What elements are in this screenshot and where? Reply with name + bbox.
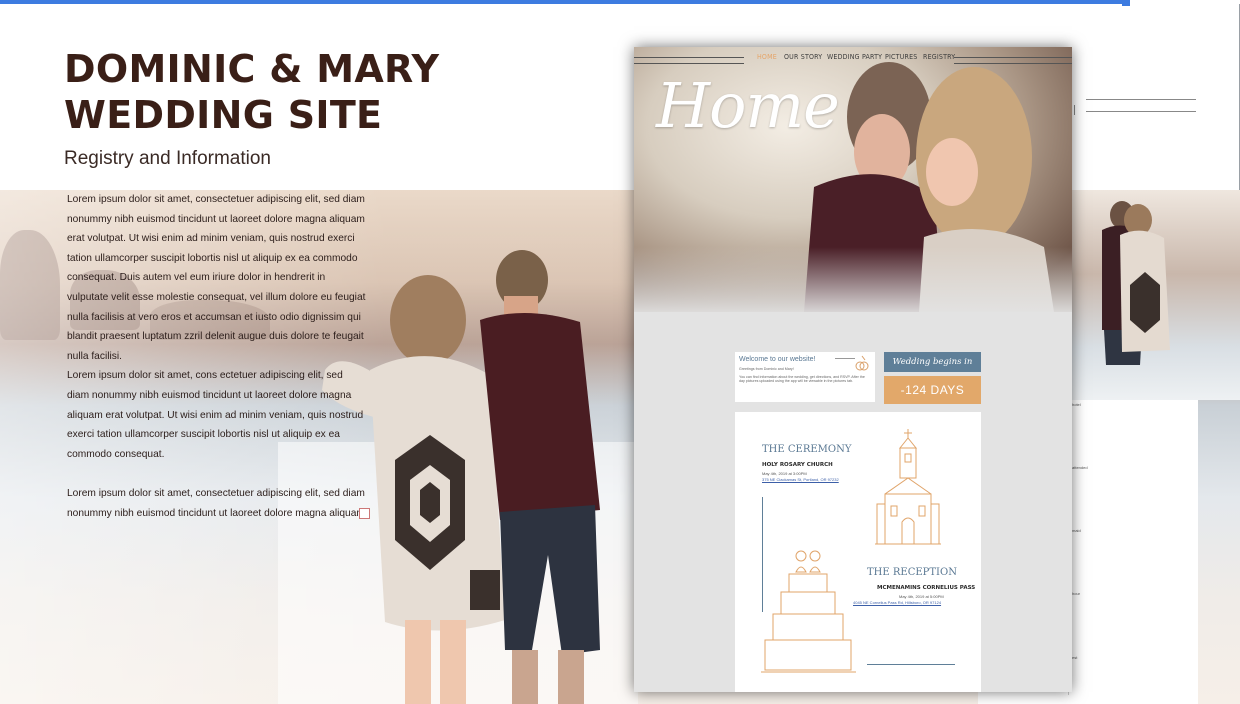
nav-rule-left [634,57,744,58]
nav-rule-left [634,63,744,64]
body-text: Lorem ipsum dolor sit amet, consectetuer… [67,190,367,523]
back-text: hotel [1072,402,1081,407]
paragraph: Lorem ipsum dolor sit amet, cons ectetue… [67,370,364,460]
nav-our-story[interactable]: OUR STORY [784,53,822,61]
selection-handle[interactable] [1122,0,1130,6]
back-text: maid [1072,528,1081,533]
wedding-cake-icon [761,550,856,673]
ceremony-venue: HOLY ROSARY CHURCH [762,462,833,468]
title-line-2: WEDDING SITE [64,93,383,137]
reception-address-link[interactable]: 4045 NE Cornelius Pass Rd, Hillsboro, OR… [853,600,941,605]
countdown-value: -124 DAYS [900,383,965,397]
back-text: attended [1072,465,1088,470]
nav-wedding-party[interactable]: WEDDING PARTY [827,53,882,61]
welcome-greeting: Greetings from Dominic and Mary! [739,367,794,371]
nav-rule-right [954,63,1072,64]
reception-date: May 4th, 2019 at 5:00PM [899,594,944,599]
welcome-text: You can find information about the weddi… [739,375,865,384]
back-nav-tick [1074,105,1075,115]
back-text: hour [1072,591,1081,596]
church-icon [875,429,941,545]
event-details-card: THE CEREMONY HOLY ROSARY CHURCH May 4th,… [735,412,981,692]
nav-registry[interactable]: REGISTRY [923,53,955,61]
back-text: est [1072,655,1078,660]
back-nav-line [1086,99,1196,100]
paragraph: Lorem ipsum dolor sit amet, consectetuer… [67,487,365,519]
page-subtitle: Registry and Information [64,148,271,169]
title-line-1: DOMINIC & MARY [64,47,440,91]
countdown-value-box: -124 DAYS [884,376,981,404]
website-mockup-home: HOME OUR STORY WEDDING PARTY PICTURES RE… [634,47,1072,692]
ceremony-address-link[interactable]: 375 NE Clackamas St, Portland, OR 97232 [762,477,839,482]
reception-title: THE RECEPTION [867,567,957,578]
hero-title: Home [656,69,840,142]
hero-fade [634,247,1072,317]
page-title: DOMINIC & MARY WEDDING SITE [64,46,439,138]
reception-hline [867,664,955,665]
reception-venue: MCMENAMINS CORNELIUS PASS [877,585,976,591]
selection-top-bar [0,0,1130,4]
nav-home[interactable]: HOME [757,53,777,61]
welcome-divider [835,358,855,359]
text-overflow-marker[interactable] [359,508,370,519]
nav-rule-right [954,57,1072,58]
welcome-card: Welcome to our website! Greetings from D… [735,352,875,402]
countdown-label: Wedding begins in [892,357,973,367]
nav-pictures[interactable]: PICTURES [885,53,917,61]
back-nav-line [1086,111,1196,112]
ceremony-title: THE CEREMONY [762,444,852,455]
ceremony-date: May 4th, 2019 at 3:00PM [762,471,807,476]
paragraph: Lorem ipsum dolor sit amet, consectetuer… [67,194,366,362]
countdown-label-box: Wedding begins in [884,352,981,372]
back-page-photo [1072,190,1240,400]
rings-icon [855,355,869,371]
welcome-title: Welcome to our website! [739,356,816,363]
